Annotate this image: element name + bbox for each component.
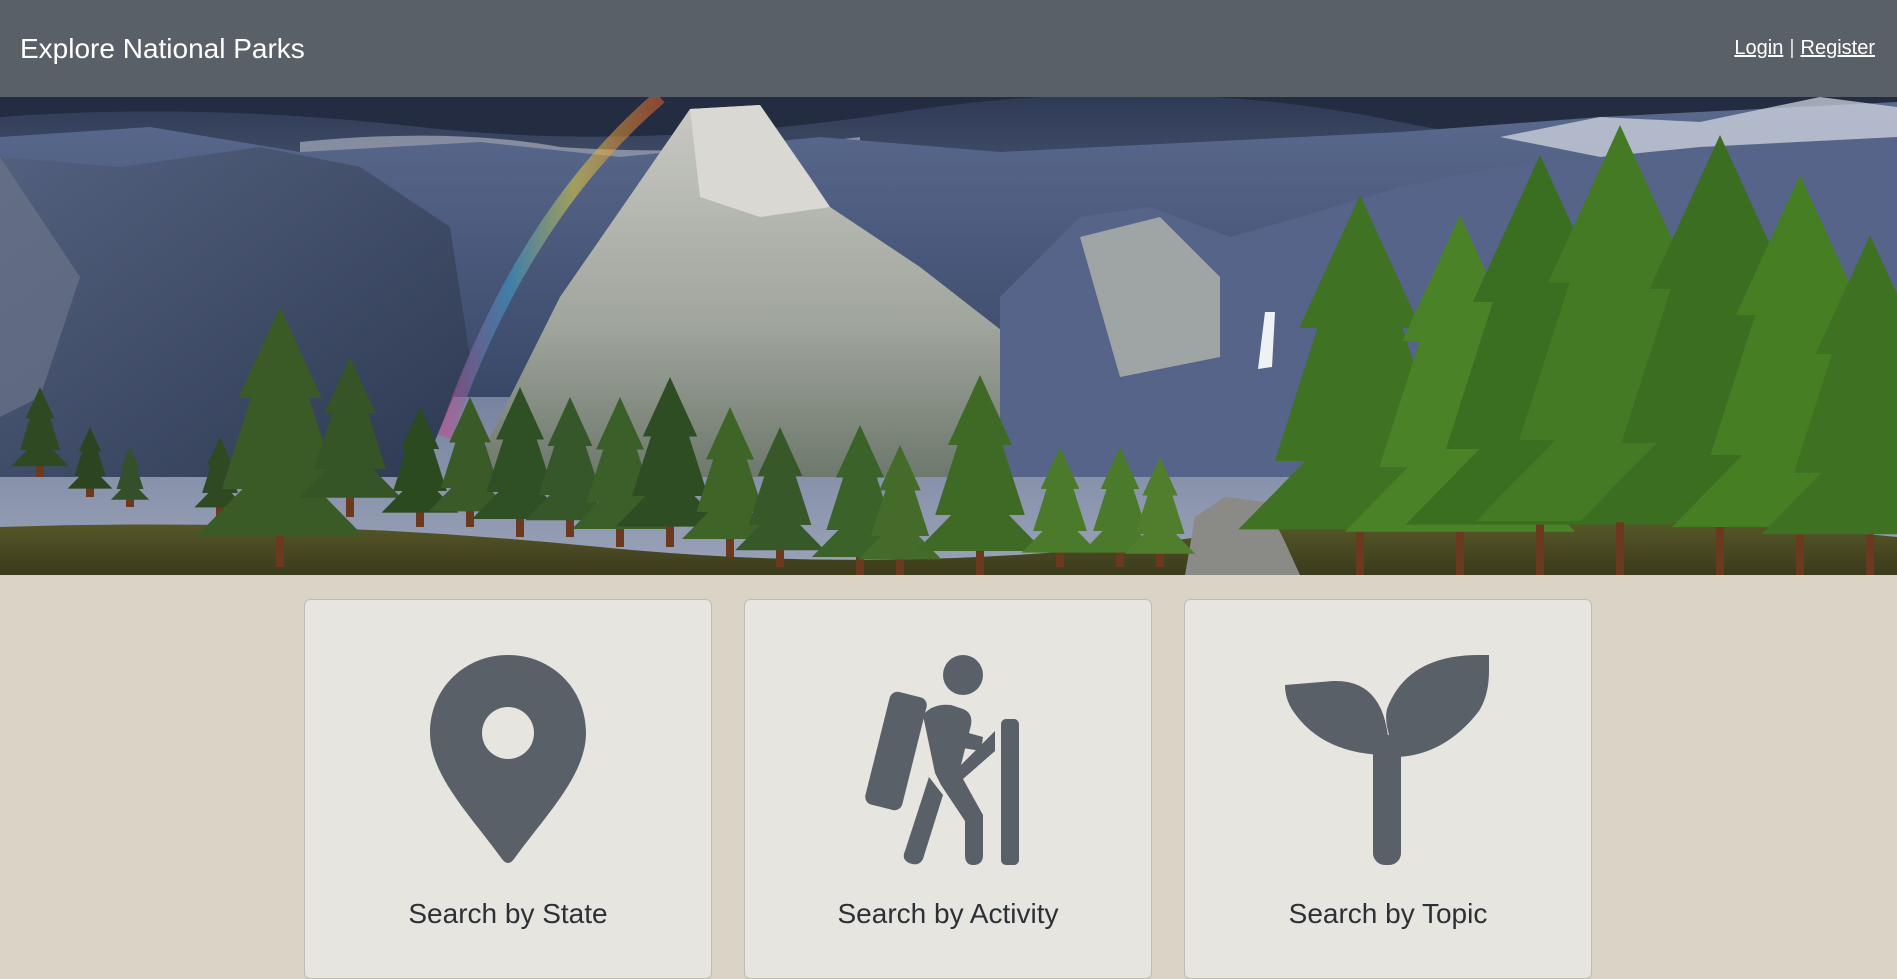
- card-label-state: Search by State: [408, 898, 608, 929]
- top-navbar: Explore National Parks Login | Register: [0, 0, 1897, 97]
- login-link[interactable]: Login: [1734, 37, 1783, 60]
- seedling-icon: [1285, 655, 1489, 865]
- hiker-icon: [865, 655, 1019, 865]
- card-label-topic: Search by Topic: [1288, 898, 1488, 929]
- search-by-topic-card[interactable]: Search by Topic: [1184, 599, 1592, 979]
- auth-links: Login | Register: [1734, 37, 1875, 60]
- hero-landscape-image: [0, 97, 1897, 575]
- hero-banner: [0, 97, 1897, 575]
- map-pin-icon: [430, 655, 586, 863]
- search-by-state-card[interactable]: Search by State: [304, 599, 712, 979]
- register-link[interactable]: Register: [1801, 37, 1875, 60]
- search-options: Search by State Search by Activity Searc…: [0, 599, 1897, 979]
- card-label-activity: Search by Activity: [837, 898, 1059, 929]
- site-brand[interactable]: Explore National Parks: [20, 33, 305, 65]
- search-by-activity-card[interactable]: Search by Activity: [744, 599, 1152, 979]
- auth-separator: |: [1789, 37, 1795, 59]
